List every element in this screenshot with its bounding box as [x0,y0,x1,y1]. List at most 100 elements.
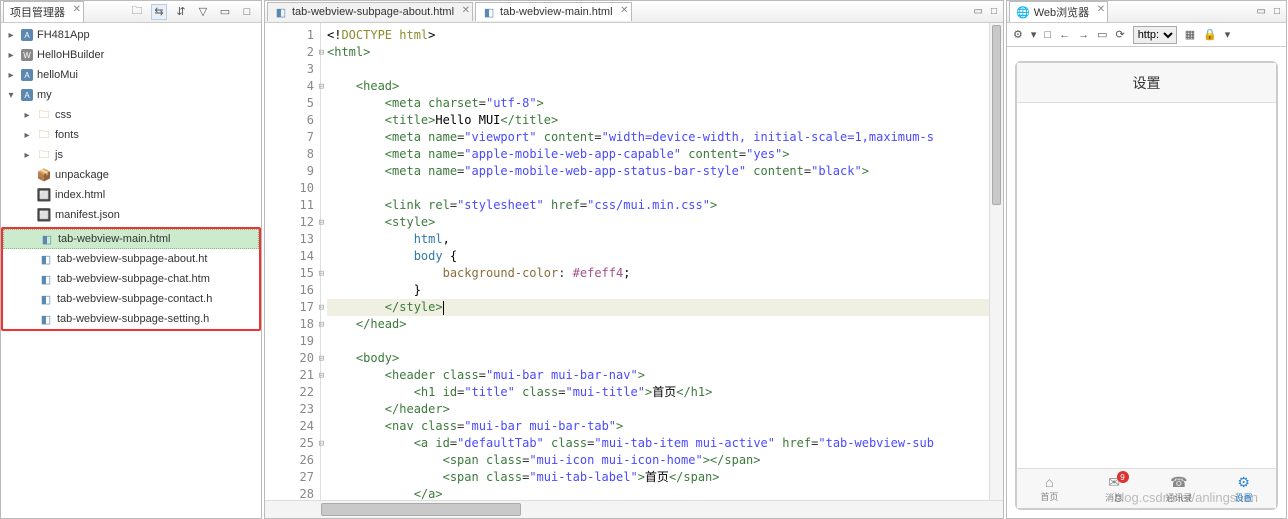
code-line[interactable]: <header class="mui-bar mui-bar-nav"> [327,367,989,384]
line-number[interactable]: 5 [265,95,314,112]
line-number[interactable]: 24 [265,418,314,435]
browser-toolbar-button[interactable]: □ [1044,29,1051,41]
line-number[interactable]: 21 [265,367,314,384]
line-number[interactable]: 19 [265,333,314,350]
tree-node[interactable]: 📦unpackage [1,165,261,185]
code-line[interactable]: <h1 id="title" class="mui-title">首页</h1> [327,384,989,401]
code-line[interactable]: <meta name="viewport" content="width=dev… [327,129,989,146]
code-line[interactable]: <nav class="mui-bar mui-bar-tab"> [327,418,989,435]
minimize-icon[interactable]: ▭ [1257,6,1266,17]
line-number[interactable]: 13 [265,231,314,248]
tree-node[interactable]: 🔲index.html [1,185,261,205]
tree-node[interactable]: ▸🗀css [1,105,261,125]
pe-toolbar-button[interactable]: 🗀 [129,4,145,20]
code-line[interactable]: <meta name="apple-mobile-web-app-capable… [327,146,989,163]
code-line[interactable]: <span class="mui-icon mui-icon-home"></s… [327,452,989,469]
line-number[interactable]: 20 [265,350,314,367]
line-number[interactable]: 9 [265,163,314,180]
browser-toolbar-button[interactable]: ▦ [1185,28,1195,41]
tree-node[interactable]: ▸🗀fonts [1,125,261,145]
tree-node[interactable]: ▸WHelloHBuilder [1,45,261,65]
code-line[interactable]: <html> [327,44,989,61]
line-number[interactable]: 4 [265,78,314,95]
vertical-scrollbar[interactable] [989,23,1003,500]
line-number[interactable]: 18 [265,316,314,333]
code-line[interactable]: background-color: #efeff4; [327,265,989,282]
line-number[interactable]: 14 [265,248,314,265]
code-line[interactable]: <span class="mui-tab-label">首页</span> [327,469,989,486]
code-line[interactable]: </a> [327,486,989,500]
line-number[interactable]: 23 [265,401,314,418]
disclosure-icon[interactable]: ▾ [5,90,17,101]
line-number[interactable]: 6 [265,112,314,129]
close-icon[interactable]: ✕ [462,5,470,16]
code-line[interactable]: <meta name="apple-mobile-web-app-status-… [327,163,989,180]
pe-toolbar-button[interactable]: □ [239,4,255,20]
code-line[interactable]: <head> [327,78,989,95]
tree-node[interactable]: ▾Amy [1,85,261,105]
disclosure-icon[interactable]: ▸ [5,70,17,81]
line-number[interactable]: 1 [265,27,314,44]
code-line[interactable]: <title>Hello MUI</title> [327,112,989,129]
code-line[interactable]: body { [327,248,989,265]
disclosure-icon[interactable]: ▸ [21,130,33,141]
browser-toolbar-button[interactable]: ⚙ [1013,28,1023,41]
close-icon[interactable]: ✕ [73,4,81,15]
line-number[interactable]: 2 [265,44,314,61]
browser-toolbar-button[interactable]: ▭ [1097,28,1107,41]
code-area[interactable]: <!DOCTYPE html><html> <head> <meta chars… [321,23,989,500]
pe-toolbar-button[interactable]: ⇵ [173,4,189,20]
code-line[interactable]: <meta charset="utf-8"> [327,95,989,112]
editor-tab[interactable]: ◧tab-webview-subpage-about.html✕ [267,2,473,21]
code-line[interactable]: } [327,282,989,299]
code-line[interactable] [327,333,989,350]
pe-toolbar-button[interactable]: ⇆ [151,4,167,20]
maximize-icon[interactable]: □ [991,6,997,17]
tree-node[interactable]: ◧tab-webview-subpage-chat.htm [3,269,259,289]
project-explorer-tab[interactable]: 项目管理器 ✕ [3,1,84,22]
code-line[interactable] [327,180,989,197]
tree-node[interactable]: 🔲manifest.json [1,205,261,225]
scrollbar-thumb[interactable] [321,503,521,516]
tree-node[interactable]: ◧tab-webview-subpage-contact.h [3,289,259,309]
code-line[interactable]: html, [327,231,989,248]
line-number[interactable]: 3 [265,61,314,78]
line-number[interactable]: 12 [265,214,314,231]
disclosure-icon[interactable]: ▸ [21,150,33,161]
tree-node[interactable]: ◧tab-webview-subpage-setting.h [3,309,259,329]
line-number[interactable]: 15 [265,265,314,282]
line-number[interactable]: 7 [265,129,314,146]
disclosure-icon[interactable]: ▸ [21,110,33,121]
protocol-select[interactable]: http: [1133,26,1177,44]
tree-node[interactable]: ▸AFH481App [1,25,261,45]
browser-toolbar-button[interactable]: ▾ [1031,28,1037,41]
line-number[interactable]: 11 [265,197,314,214]
pe-toolbar-button[interactable]: ▽ [195,4,211,20]
browser-toolbar-button[interactable]: 🔒 [1203,28,1217,41]
web-browser-tab[interactable]: 🌐 Web浏览器 ✕ [1009,1,1108,22]
code-line[interactable]: <body> [327,350,989,367]
close-icon[interactable]: ✕ [620,5,628,16]
code-line[interactable]: <a id="defaultTab" class="mui-tab-item m… [327,435,989,452]
browser-toolbar-button[interactable]: → [1078,29,1089,41]
disclosure-icon[interactable]: ▸ [5,30,17,41]
disclosure-icon[interactable]: ▸ [5,50,17,61]
close-icon[interactable]: ✕ [1097,4,1105,15]
code-line[interactable]: </style> [327,299,989,316]
line-number[interactable]: 10 [265,180,314,197]
line-number[interactable]: 25 [265,435,314,452]
tree-node[interactable]: ▸AhelloMui [1,65,261,85]
code-line[interactable]: <style> [327,214,989,231]
line-number[interactable]: 17 [265,299,314,316]
tree-node[interactable]: ◧tab-webview-main.html [3,229,259,249]
line-number[interactable]: 27 [265,469,314,486]
line-number[interactable]: 8 [265,146,314,163]
maximize-icon[interactable]: □ [1274,6,1280,17]
browser-toolbar-button[interactable]: ▾ [1225,28,1231,41]
phone-tab[interactable]: ⌂首页 [1017,469,1082,508]
editor-tab[interactable]: ◧tab-webview-main.html✕ [475,2,631,21]
browser-toolbar-button[interactable]: ← [1059,29,1070,41]
minimize-icon[interactable]: ▭ [974,6,983,17]
code-line[interactable]: </head> [327,316,989,333]
line-number[interactable]: 22 [265,384,314,401]
